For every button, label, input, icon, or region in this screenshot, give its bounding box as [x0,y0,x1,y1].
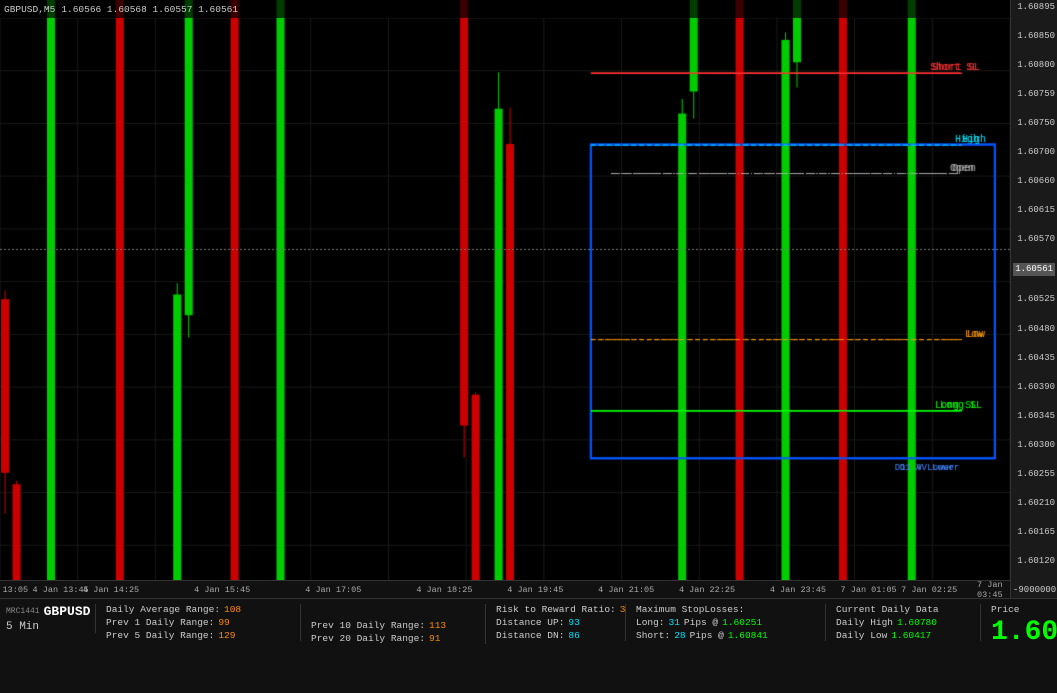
price-tick: 1.60390 [1013,382,1055,393]
prev10-value: 113 [429,620,446,631]
price-tick: 1.60345 [1013,411,1055,422]
timeframe: 5 Min [6,621,39,633]
distance-dn-label: Distance DN: [496,630,564,641]
prev5-value: 129 [218,630,235,641]
x-label: 4 Jan 22:25 [679,585,735,595]
daily-avg-range-value: 108 [224,604,241,615]
indicator-id: MRC1441 [6,607,40,616]
daily-low-label: Daily Low [836,630,887,641]
price-tick: 1.60255 [1013,469,1055,480]
risk-reward-label: Risk to Reward Ratio: [496,604,616,615]
x-label: 7 Jan 02:25 [901,585,957,595]
current-daily-section: Current Daily Data Daily High 1.60780 Da… [836,604,981,641]
risk-reward-value: 3 [620,604,626,615]
short-pips-label: Pips @ [690,630,724,641]
prev10-label: Prev 10 Daily Range: [311,620,425,631]
symbol-section: MRC1441 GBPUSD 5 Min [6,604,96,633]
price-tick: 1.60165 [1013,527,1055,538]
current-daily-label: Current Daily Data [836,604,939,615]
daily-high-label: Daily High [836,617,893,628]
long-label: Long: [636,617,665,628]
x-label: 4 Jan 13:05 [0,585,28,595]
price-tick: 1.60800 [1013,60,1055,71]
daily-low-value: 1.60417 [891,630,931,641]
daily-high-value: 1.60780 [897,617,937,628]
price-tick: 1.60750 [1013,118,1055,129]
x-label: 7 Jan 01:05 [841,585,897,595]
risk-reward-section: Risk to Reward Ratio: 3 Distance UP: 93 … [496,604,626,641]
long-value: 31 [669,617,680,628]
distance-up-label: Distance UP: [496,617,564,628]
distance-up-value: 93 [568,617,579,628]
short-value: 28 [674,630,685,641]
info-bar: MRC1441 GBPUSD 5 Min Daily Average Range… [0,598,1057,693]
chart-area: GBPUSD,M5 1.60566 1.60568 1.60557 1.6056… [0,0,1010,598]
price-tick: 1.60210 [1013,498,1055,509]
x-label: 4 Jan 18:25 [416,585,472,595]
price-tick: 1.60480 [1013,324,1055,335]
symbol-timeframe: GBPUSD,M5 [4,4,55,15]
short-pips-value: 1.60841 [728,630,768,641]
x-label: 7 Jan 03:45 [977,580,1003,600]
prev1-label: Prev 1 Daily Range: [106,617,214,628]
current-price: 1.60561 [991,617,1057,648]
x-label: 4 Jan 17:05 [305,585,361,595]
symbol-name: GBPUSD [44,604,91,619]
price-tick: 1.60850 [1013,31,1055,42]
ranges-section: Daily Average Range: 108 Prev 1 Daily Ra… [106,604,301,641]
prev1-value: 99 [218,617,229,628]
price-tick: 1.60615 [1013,205,1055,216]
x-label: 4 Jan 15:45 [194,585,250,595]
distance-dn-value: 86 [568,630,579,641]
x-label: 4 Jan 14:25 [83,585,139,595]
long-pips-value: 1.60251 [722,617,762,628]
price-axis: 1.60895 1.60850 1.60800 1.60759 1.60750 1.607… [1010,0,1057,598]
price-tick: 1.60525 [1013,294,1055,305]
price-chart [0,0,1010,598]
daily-avg-range-label: Daily Average Range: [106,604,220,615]
x-axis-labels: 4 Jan 13:05 4 Jan 13:454 Jan 14:25 4 Jan 1… [0,580,1010,598]
price-tick: 1.60435 [1013,353,1055,364]
price-tick: -9000000 [1013,585,1055,596]
x-label: 4 Jan 23:45 [770,585,826,595]
x-label: 4 Jan 21:05 [598,585,654,595]
ohlc-values: 1.60566 1.60568 1.60557 1.60561 [61,4,238,15]
x-label: 4 Jan 13:45 [33,585,89,595]
max-sl-label: Maximum StopLosses: [636,604,744,615]
price-tick: 1.60895 [1013,2,1055,13]
prev20-label: Prev 20 Daily Range: [311,633,425,644]
price-tick: 1.60700 [1013,147,1055,158]
price-tick: 1.60660 [1013,176,1055,187]
stoploss-section: Maximum StopLosses: Long: 31 Pips @ 1.60… [636,604,826,641]
price-section: Price 1.60561 [991,604,1057,648]
short-label: Short: [636,630,670,641]
price-tick: 1.60759 [1013,89,1055,100]
long-pips-label: Pips @ [684,617,718,628]
x-label: 4 Jan 19:45 [507,585,563,595]
price-tick: 1.60120 [1013,556,1055,567]
price-tick: 1.60561 [1013,263,1055,276]
price-tick: 1.60300 [1013,440,1055,451]
more-ranges-section: Prev 10 Daily Range: 113 Prev 20 Daily R… [311,604,486,644]
prev20-value: 91 [429,633,440,644]
prev5-label: Prev 5 Daily Range: [106,630,214,641]
price-tick: 1.60570 [1013,234,1055,245]
price-header-label: Price [991,604,1020,615]
chart-header: GBPUSD,M5 1.60566 1.60568 1.60557 1.6056… [0,0,1010,18]
